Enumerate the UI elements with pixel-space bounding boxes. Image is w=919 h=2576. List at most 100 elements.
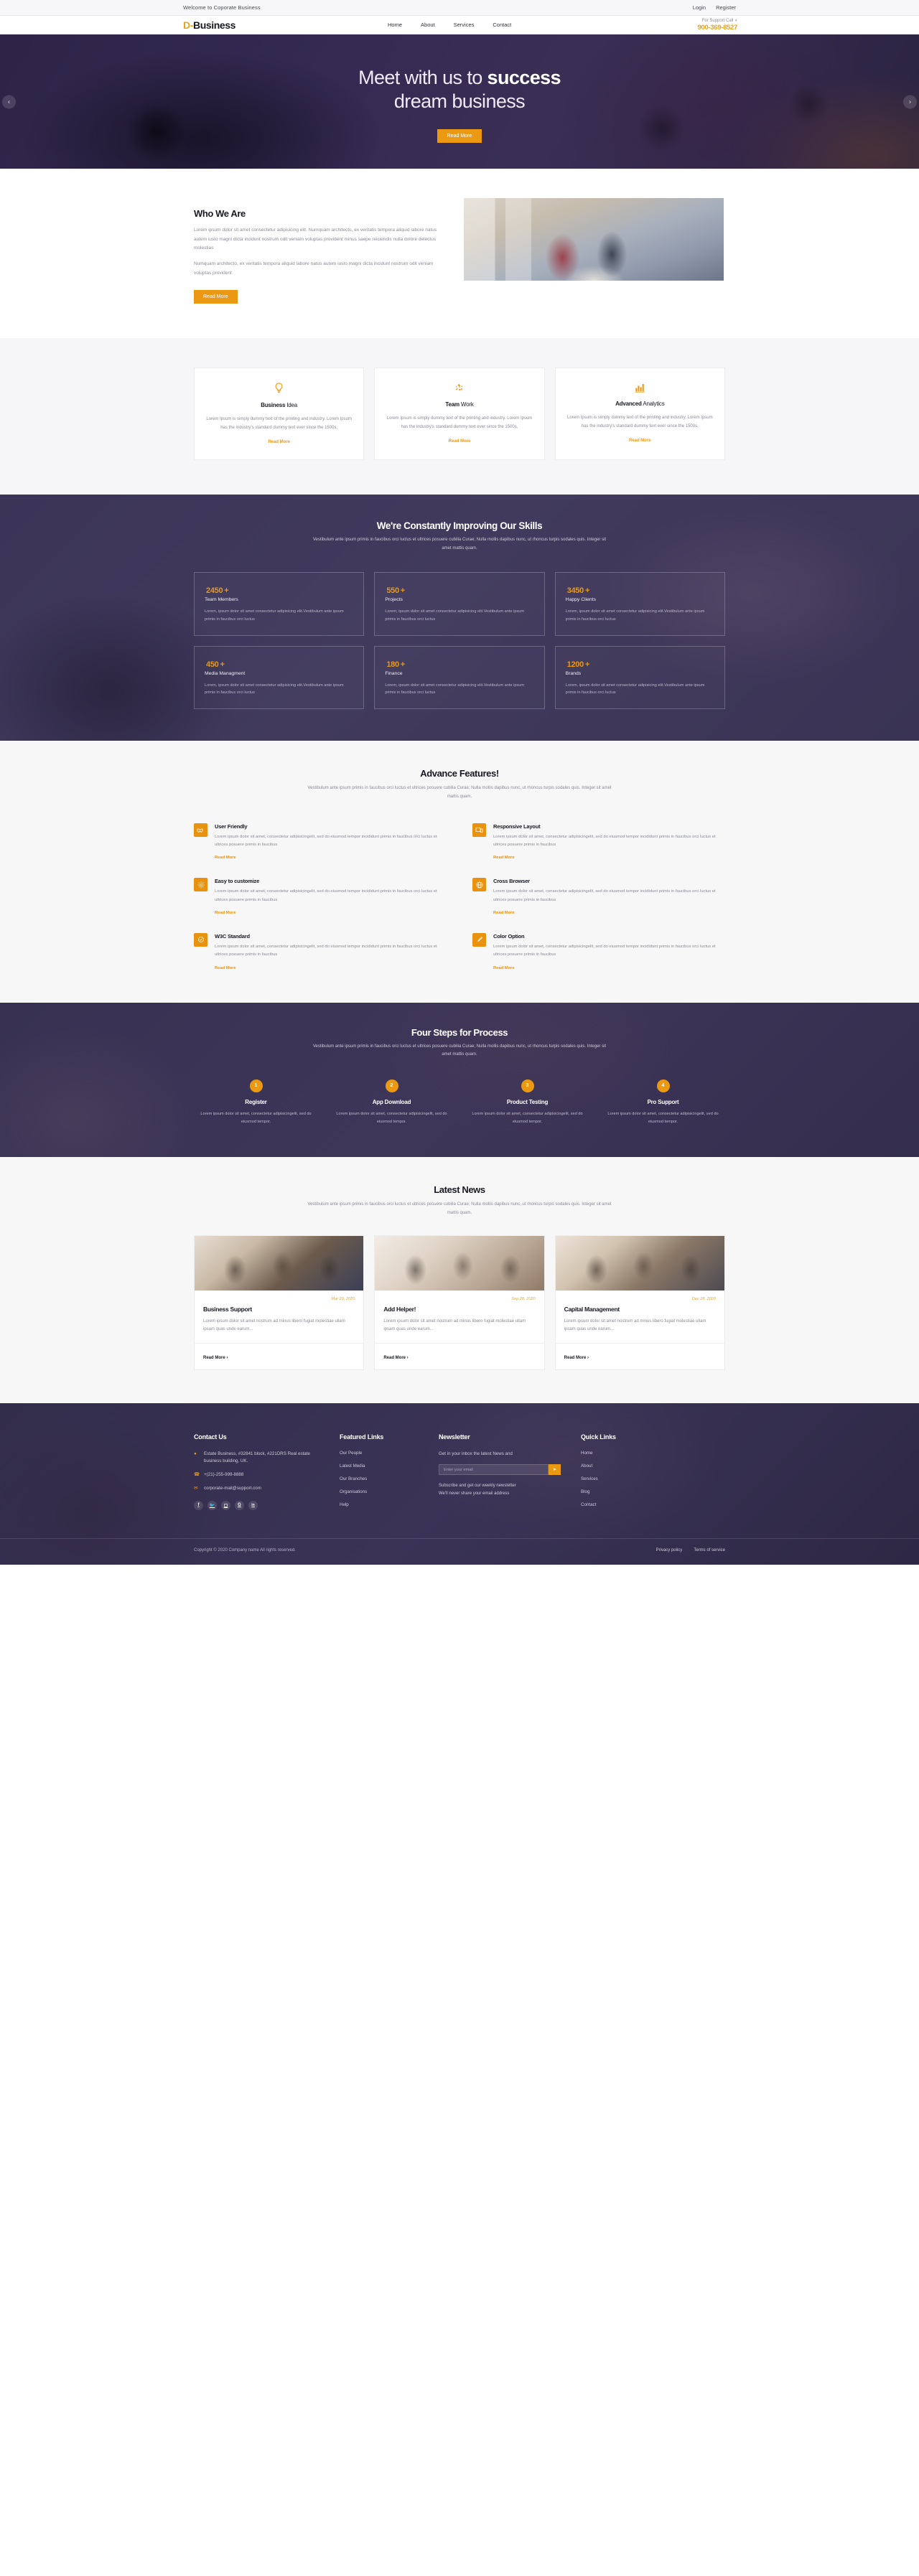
counter-number-row: 1200 + xyxy=(566,657,714,669)
newsletter-note-line1: Subscribe and get our weekly newsletter xyxy=(439,1484,516,1489)
footer-link-services[interactable]: Services xyxy=(581,1476,660,1481)
feature-card[interactable]: Team Work Lorem Ipsum is simply dummy te… xyxy=(374,367,545,461)
advance-feature-item[interactable]: Cross Browser Lorem ipsum dolor sit amet… xyxy=(472,878,725,917)
footer-featured-links: Our People Latest Media Our Branches Org… xyxy=(340,1451,419,1507)
news-date: Sep 28, 2020 xyxy=(511,1296,536,1301)
hero-line1-bold: success xyxy=(487,67,561,88)
step-text: Lorem ipsum dolor sit amet, consectetur … xyxy=(336,1111,447,1124)
paintbrush-icon xyxy=(472,932,486,947)
slider-next-button[interactable]: › xyxy=(903,95,917,108)
footer-link-our-branches[interactable]: Our Branches xyxy=(340,1476,419,1481)
news-image xyxy=(555,1235,724,1291)
newsletter-submit-button[interactable]: ➤ xyxy=(549,1464,561,1476)
send-icon: ➤ xyxy=(552,1468,557,1473)
hero-read-more-button[interactable]: Read More xyxy=(437,128,482,143)
feature-card-text: Lorem Ipsum is simply dummy text of the … xyxy=(206,417,352,431)
step-item: 4 Pro Support Lorem ipsum dolor sit amet… xyxy=(601,1079,725,1125)
advance-feature-item[interactable]: Color Option Lorem ipsum dolor sit amet,… xyxy=(472,932,725,973)
news-read-more[interactable]: Read More › xyxy=(564,1356,589,1360)
news-title: Latest News xyxy=(434,1184,485,1196)
support-label-row: For Support Call ◗ xyxy=(697,19,737,23)
advance-feature-text: Lorem ipsum dolor sit amet, consectetur … xyxy=(493,834,716,848)
who-title: Who We Are xyxy=(194,208,246,219)
main-nav: Home About Services Contact xyxy=(388,22,511,28)
instagram-icon[interactable]: ▢ xyxy=(221,1500,230,1510)
footer-link-latest-media[interactable]: Latest Media xyxy=(340,1463,419,1469)
footer-link-contact[interactable]: Contact xyxy=(581,1502,660,1507)
linkedin-icon[interactable]: in xyxy=(248,1500,258,1510)
footer-phone-row[interactable]: ☎ +(21)-255-999-8888 xyxy=(194,1471,319,1479)
advance-feature-read-more[interactable]: Read More xyxy=(493,856,515,860)
lightbulb-icon xyxy=(206,383,352,395)
news-card[interactable]: Sep 28, 2020 Add Helper! Lorem ipsum dol… xyxy=(374,1235,545,1371)
news-read-more[interactable]: Read More › xyxy=(383,1356,408,1360)
feature-cards-section: Business Idea Lorem Ipsum is simply dumm… xyxy=(0,338,919,495)
advance-feature-read-more[interactable]: Read More xyxy=(493,911,515,915)
skills-section: We're Constantly Improving Our Skills Ve… xyxy=(0,495,919,741)
steps-title: Four Steps for Process xyxy=(411,1026,508,1038)
advance-feature-read-more[interactable]: Read More xyxy=(215,911,236,915)
advance-feature-read-more[interactable]: Read More xyxy=(215,966,236,970)
steps-grid: 1 Register Lorem ipsum dolor sit amet, c… xyxy=(194,1079,725,1125)
footer-link-help[interactable]: Help xyxy=(340,1502,419,1507)
login-link[interactable]: Login xyxy=(693,4,706,11)
advance-feature-title: Easy to customize xyxy=(215,878,260,885)
counter-desc: Lorem, ipsum dolor sit amet consectetur … xyxy=(385,609,525,622)
feature-card[interactable]: Business Idea Lorem Ipsum is simply dumm… xyxy=(194,367,365,461)
support-number[interactable]: 900-369-8527 xyxy=(697,24,737,32)
footer-link-our-people[interactable]: Our People xyxy=(340,1451,419,1456)
news-read-more[interactable]: Read More › xyxy=(203,1356,228,1360)
facebook-icon[interactable]: f xyxy=(194,1500,203,1510)
feature-card-title-rest: Analytics xyxy=(641,401,665,408)
feature-card-text: Lorem Ipsum is simply dummy text of the … xyxy=(386,416,533,430)
chevron-left-icon: ‹ xyxy=(8,98,10,106)
advance-feature-read-more[interactable]: Read More xyxy=(493,966,515,970)
slider-prev-button[interactable]: ‹ xyxy=(2,95,16,108)
news-card-text: Lorem ipsum dolor sit amet nostrum ad mi… xyxy=(383,1319,526,1331)
step-number: 3 xyxy=(521,1079,534,1092)
feature-card[interactable]: Advanced Analytics Lorem Ipsum is simply… xyxy=(554,367,725,461)
counter-item: 2450 + Team Members Lorem, ipsum dolor si… xyxy=(194,571,365,636)
google-plus-icon[interactable]: G xyxy=(235,1500,244,1510)
advance-feature-item[interactable]: User Friendly Lorem ipsum dolor sit amet… xyxy=(194,823,447,863)
footer-link-home[interactable]: Home xyxy=(581,1451,660,1456)
feature-card-title-bold: Team xyxy=(445,401,460,408)
counter-label: Media Managment xyxy=(205,670,246,676)
counters-grid: 2450 + Team Members Lorem, ipsum dolor si… xyxy=(194,571,725,710)
advance-feature-item[interactable]: W3C Standard Lorem ipsum dolor sit amet,… xyxy=(194,932,447,973)
footer-newsletter-column: Newsletter Get in your inbox the latest … xyxy=(439,1433,561,1515)
advance-feature-item[interactable]: Easy to customize Lorem ipsum dolor sit … xyxy=(194,878,447,917)
who-read-more-button[interactable]: Read More xyxy=(194,290,238,304)
newsletter-email-input[interactable] xyxy=(439,1464,549,1476)
news-card[interactable]: Dec 28, 2020 Capital Management Lorem ip… xyxy=(554,1235,725,1371)
privacy-policy-link[interactable]: Privacy policy xyxy=(656,1548,683,1552)
nav-item-services[interactable]: Services xyxy=(454,22,475,28)
news-card[interactable]: Mar 29, 2020 Business Support Lorem ipsu… xyxy=(194,1235,365,1371)
nav-item-about[interactable]: About xyxy=(421,22,435,28)
counter-number-row: 180 + xyxy=(385,657,533,669)
feature-card-read-more[interactable]: Read More xyxy=(629,439,651,443)
news-card-text: Lorem ipsum dolor sit amet nostrum ad mi… xyxy=(203,1319,345,1331)
feature-card-read-more[interactable]: Read More xyxy=(449,439,471,444)
nav-item-home[interactable]: Home xyxy=(388,22,402,28)
step-text: Lorem ipsum dolor sit amet, consectetur … xyxy=(200,1111,312,1124)
counter-plus: + xyxy=(584,660,590,669)
footer-link-blog[interactable]: Blog xyxy=(581,1489,660,1494)
advance-feature-read-more[interactable]: Read More xyxy=(215,856,236,860)
register-link[interactable]: Register xyxy=(716,4,736,11)
counter-label: Projects xyxy=(385,596,403,602)
advance-feature-item[interactable]: Responsive Layout Lorem ipsum dolor sit … xyxy=(472,823,725,863)
logo[interactable]: D - Business xyxy=(183,19,235,31)
twitter-icon[interactable]: 🐦 xyxy=(207,1500,217,1510)
footer-email-row[interactable]: ✉ corporate-mail@support.com xyxy=(194,1485,319,1492)
nav-item-contact[interactable]: Contact xyxy=(493,22,511,28)
feature-card-title-rest: Idea xyxy=(285,402,298,409)
feature-card-read-more[interactable]: Read More xyxy=(268,440,290,444)
counter-item: 1200 + Brands Lorem, ipsum dolor sit amet… xyxy=(554,645,725,710)
footer-quick-column: Quick Links Home About Services Blog Con… xyxy=(581,1433,660,1515)
footer-link-about[interactable]: About xyxy=(581,1463,660,1469)
step-item: 2 App Download Lorem ipsum dolor sit ame… xyxy=(330,1079,454,1125)
footer-link-organisations[interactable]: Organisations xyxy=(340,1489,419,1494)
terms-of-service-link[interactable]: Terms of service xyxy=(694,1548,725,1552)
gear-icon xyxy=(194,878,207,892)
